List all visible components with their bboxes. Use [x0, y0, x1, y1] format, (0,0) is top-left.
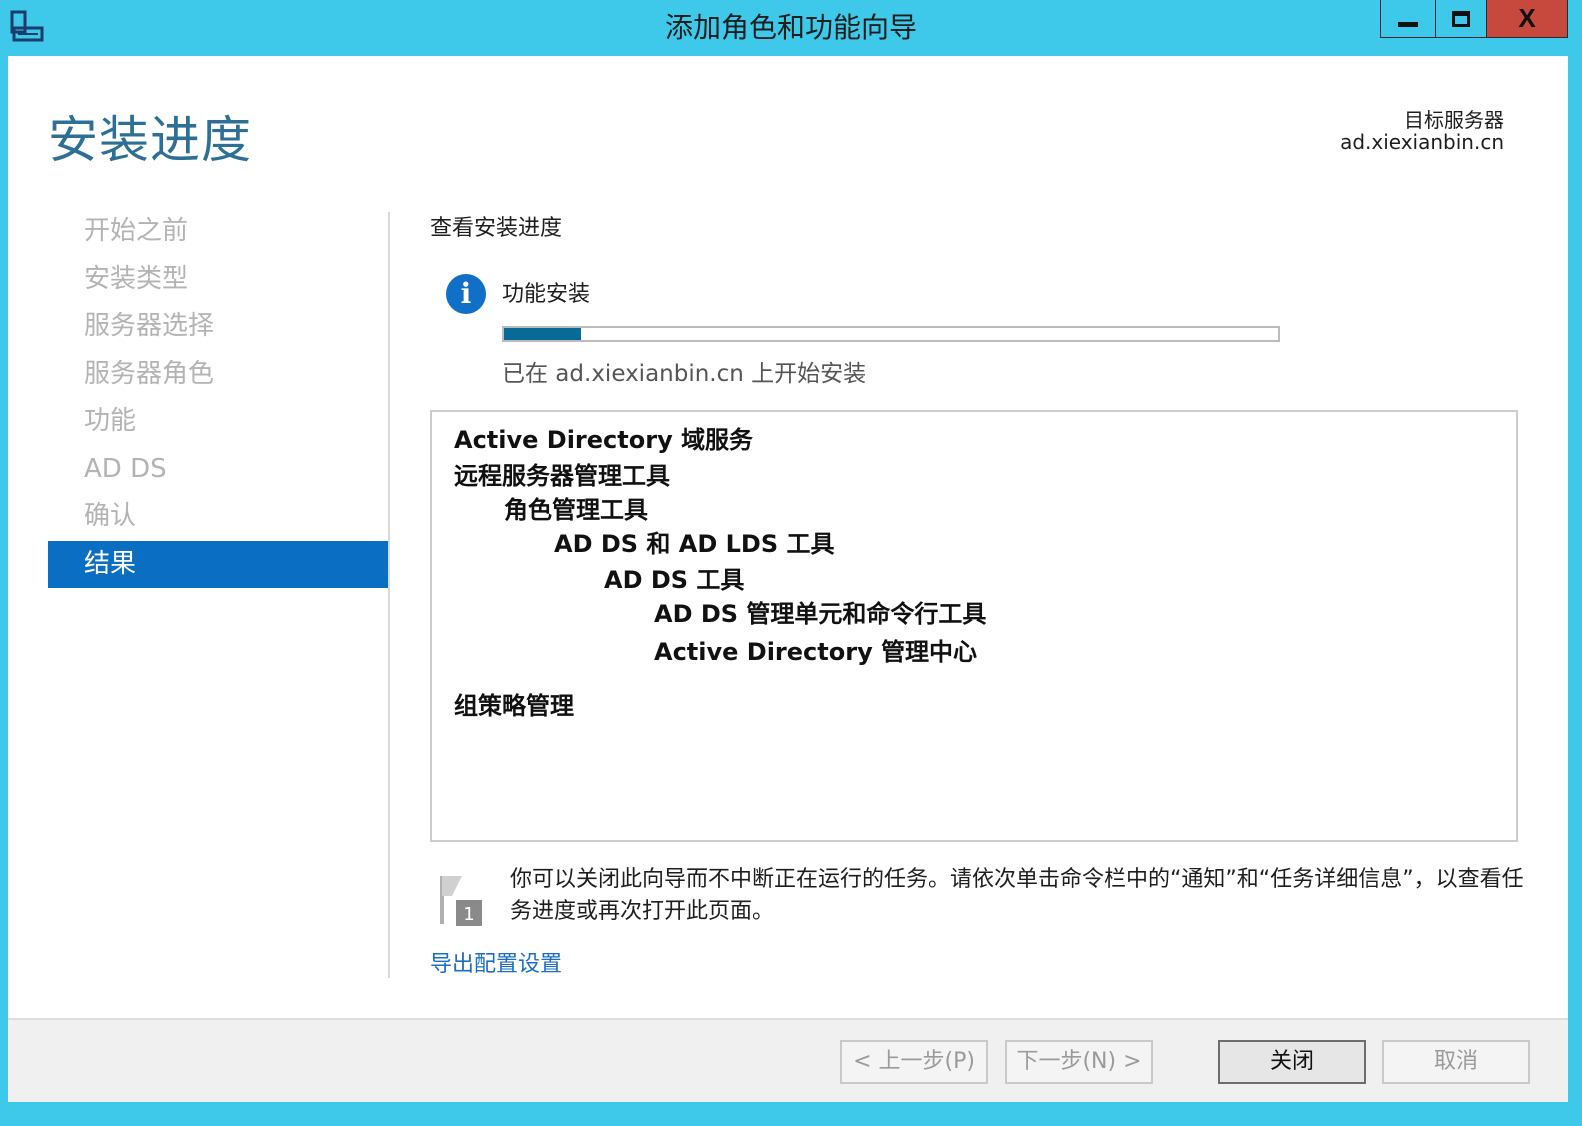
footer-bar: < 上一步(P) 下一步(N) > 关闭 取消: [8, 1018, 1568, 1102]
progress-note: 已在 ad.xiexianbin.cn 上开始安装: [502, 361, 867, 387]
wizard-nav: 开始之前 安装类型 服务器选择 服务器角色 功能 AD DS 确认 结果: [48, 208, 388, 588]
nav-item-installation-type[interactable]: 安装类型: [48, 256, 388, 304]
progress-fill: [504, 328, 582, 340]
page-title: 安装进度: [48, 111, 252, 169]
close-icon: X: [1518, 3, 1536, 33]
maximize-icon: [1452, 10, 1470, 27]
nav-item-results[interactable]: 结果: [48, 540, 388, 588]
result-item: AD DS 管理单元和命令行工具: [654, 600, 987, 628]
export-config-link[interactable]: 导出配置设置: [430, 946, 562, 978]
section-heading: 查看安装进度: [430, 216, 563, 241]
nav-item-server-selection[interactable]: 服务器选择: [48, 303, 388, 351]
nav-item-features[interactable]: 功能: [48, 398, 388, 446]
target-server-label: 目标服务器: [1404, 108, 1504, 132]
close-button[interactable]: 关闭: [1218, 1040, 1366, 1084]
install-status-label: 功能安装: [502, 282, 591, 307]
result-item: AD DS 和 AD LDS 工具: [554, 530, 835, 558]
notification-badge-count: 1: [463, 904, 474, 925]
result-item: Active Directory 域服务: [454, 426, 754, 454]
close-window-button[interactable]: X: [1486, 0, 1568, 38]
result-item: AD DS 工具: [604, 566, 745, 594]
minimize-button[interactable]: [1380, 0, 1436, 38]
title-bar: 添加角色和功能向导 X: [0, 0, 1582, 56]
nav-item-server-roles[interactable]: 服务器角色: [48, 351, 388, 399]
target-server-value: ad.xiexianbin.cn: [1340, 130, 1504, 154]
install-progress-bar: [502, 326, 1280, 342]
result-item: 远程服务器管理工具: [454, 462, 670, 490]
nav-item-ad-ds[interactable]: AD DS: [48, 446, 388, 494]
result-item: 组策略管理: [454, 692, 574, 720]
results-box: Active Directory 域服务 远程服务器管理工具 角色管理工具 AD…: [430, 410, 1518, 842]
maximize-button[interactable]: [1435, 0, 1487, 38]
nav-divider: [388, 212, 390, 978]
info-icon: i: [446, 274, 486, 314]
window-title: 添加角色和功能向导: [664, 11, 917, 44]
nav-item-before-you-begin[interactable]: 开始之前: [48, 208, 388, 256]
result-item: Active Directory 管理中心: [654, 638, 978, 666]
note-text: 你可以关闭此向导而不中断正在运行的任务。请依次单击命令栏中的“通知”和“任务详细…: [510, 867, 1524, 924]
minimize-icon: [1398, 22, 1418, 27]
result-item: 角色管理工具: [504, 496, 648, 524]
main-content: 查看安装进度 i 功能安装 已在 ad.xiexianbin.cn 上开始安装 …: [430, 206, 1530, 986]
cancel-button[interactable]: 取消: [1382, 1040, 1530, 1084]
nav-item-confirmation[interactable]: 确认: [48, 493, 388, 541]
next-button[interactable]: 下一步(N) >: [1005, 1040, 1153, 1084]
previous-button[interactable]: < 上一步(P): [840, 1040, 988, 1084]
wizard-client-area: 安装进度 目标服务器 ad.xiexianbin.cn 开始之前 安装类型 服务…: [8, 56, 1568, 1102]
notification-flag-icon: 1: [440, 876, 482, 926]
